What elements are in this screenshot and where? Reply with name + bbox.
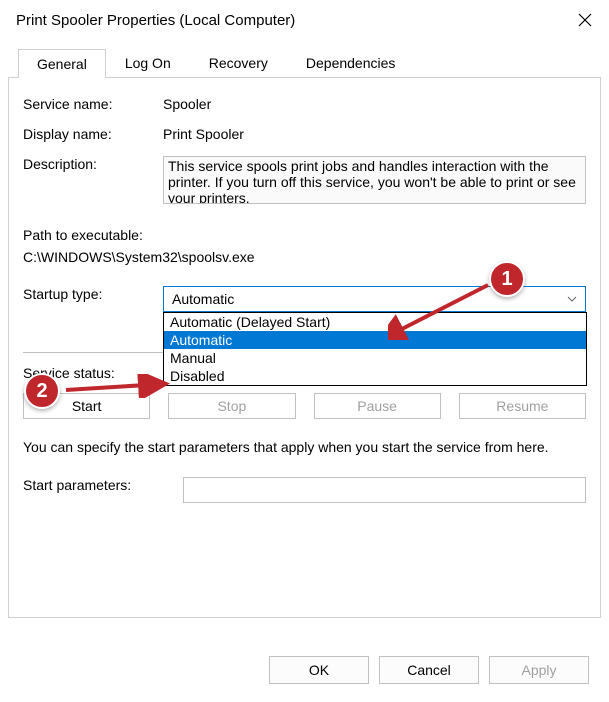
description-label: Description: (23, 156, 163, 172)
startup-type-select[interactable]: Automatic Automatic (Delayed Start) Auto… (163, 286, 586, 312)
callout-1: 1 (489, 261, 525, 297)
startup-selected-value: Automatic (172, 291, 234, 307)
titlebar: Print Spooler Properties (Local Computer… (0, 0, 609, 42)
callout-2: 2 (24, 373, 60, 409)
parameters-hint: You can specify the start parameters tha… (23, 437, 586, 457)
chevron-down-icon (567, 291, 577, 307)
close-button[interactable] (573, 8, 597, 32)
display-name-label: Display name: (23, 126, 163, 142)
cancel-button[interactable]: Cancel (379, 656, 479, 684)
option-automatic[interactable]: Automatic (164, 331, 586, 349)
start-parameters-label: Start parameters: (23, 477, 183, 493)
option-delayed[interactable]: Automatic (Delayed Start) (164, 313, 586, 331)
start-parameters-input (183, 477, 586, 503)
service-name-value: Spooler (163, 96, 586, 112)
arrow-1 (388, 280, 493, 340)
window-title: Print Spooler Properties (Local Computer… (16, 12, 295, 29)
startup-type-label: Startup type: (23, 286, 163, 302)
tab-dependencies[interactable]: Dependencies (287, 48, 415, 77)
tab-logon[interactable]: Log On (106, 48, 190, 77)
option-disabled[interactable]: Disabled (164, 367, 586, 385)
general-panel: Service name: Spooler Display name: Prin… (8, 78, 601, 618)
arrow-2 (62, 374, 172, 398)
option-manual[interactable]: Manual (164, 349, 586, 367)
pause-button: Pause (314, 393, 441, 419)
resume-button: Resume (459, 393, 586, 419)
tab-strip: General Log On Recovery Dependencies (8, 48, 601, 78)
dialog-footer: OK Cancel Apply (269, 656, 589, 684)
apply-button: Apply (489, 656, 589, 684)
display-name-value: Print Spooler (163, 126, 586, 142)
description-box[interactable]: This service spools print jobs and handl… (163, 156, 586, 204)
ok-button[interactable]: OK (269, 656, 369, 684)
stop-button: Stop (168, 393, 295, 419)
close-icon (578, 13, 592, 27)
tab-general[interactable]: General (18, 49, 106, 78)
path-label: Path to executable: (23, 224, 586, 246)
startup-dropdown: Automatic (Delayed Start) Automatic Manu… (163, 312, 587, 386)
service-name-label: Service name: (23, 96, 163, 112)
tab-recovery[interactable]: Recovery (190, 48, 287, 77)
